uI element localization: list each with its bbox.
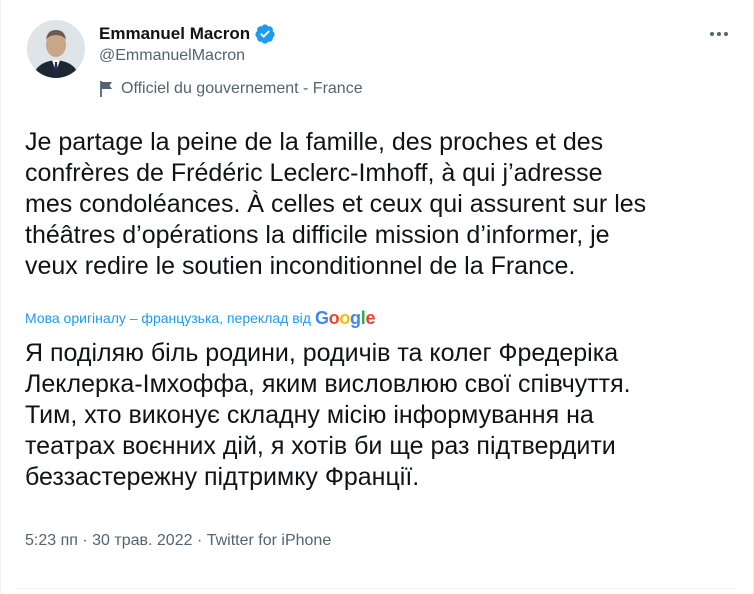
avatar[interactable] — [27, 20, 85, 78]
tweet-text-original: Je partage la peine de la famille, des p… — [25, 127, 731, 282]
affiliation-label: Officiel du gouvernement - France — [99, 79, 363, 99]
tweet-text-translated: Я поділяю біль родини, родичів та колег … — [25, 338, 731, 493]
author-name[interactable]: Emmanuel Macron — [99, 24, 250, 44]
tweet-translated-line: театрах воєнних дій, я хотів би ще раз п… — [25, 432, 616, 460]
tweet-date[interactable]: 30 трав. 2022 — [92, 532, 192, 549]
tweet-text-line: théâtres d’opérations la difficile missi… — [25, 221, 610, 249]
tweet-translated-line: Леклерка-Імхоффа, яким висловлюю свої сп… — [25, 370, 631, 398]
meta-separator: · — [192, 532, 207, 549]
tweet-meta: 5:23 пп · 30 трав. 2022 · Twitter for iP… — [25, 532, 331, 550]
tweet-time[interactable]: 5:23 пп — [25, 532, 78, 549]
tweet-translated-line: Тим, хто виконує складну місію інформува… — [25, 401, 594, 429]
translation-note-text[interactable]: Мова оригіналу – французька, переклад ві… — [25, 310, 311, 326]
tweet-translated-line: беззастережну підтримку Франції. — [25, 463, 420, 491]
tweet-translated-line: Я поділяю біль родини, родичів та колег … — [25, 339, 619, 367]
affiliation-text: Officiel du gouvernement - France — [121, 80, 363, 97]
more-icon[interactable] — [701, 22, 737, 46]
tweet-text-line: Je partage la peine de la famille, des p… — [25, 128, 604, 156]
author-name-row[interactable]: Emmanuel Macron — [99, 22, 276, 46]
flag-icon — [99, 80, 115, 98]
meta-separator: · — [77, 532, 93, 549]
tweet-source[interactable]: Twitter for iPhone — [207, 532, 332, 549]
tweet-text-line: veux redire le soutien inconditionnel de… — [25, 252, 576, 280]
tweet-text-line: mes condoléances. À celles et ceux qui a… — [25, 190, 647, 218]
google-logo[interactable]: Google — [315, 308, 376, 329]
translation-attribution[interactable]: Мова оригіналу – французька, переклад ві… — [25, 306, 375, 330]
author-handle[interactable]: @EmmanuelMacron — [99, 47, 245, 65]
verified-badge-icon — [254, 23, 276, 45]
divider — [17, 588, 737, 589]
tweet-card: Emmanuel Macron @EmmanuelMacron Officiel… — [0, 0, 754, 594]
tweet-text-line: confrères de Frédéric Leclerc-Imhoff, à … — [25, 159, 603, 187]
